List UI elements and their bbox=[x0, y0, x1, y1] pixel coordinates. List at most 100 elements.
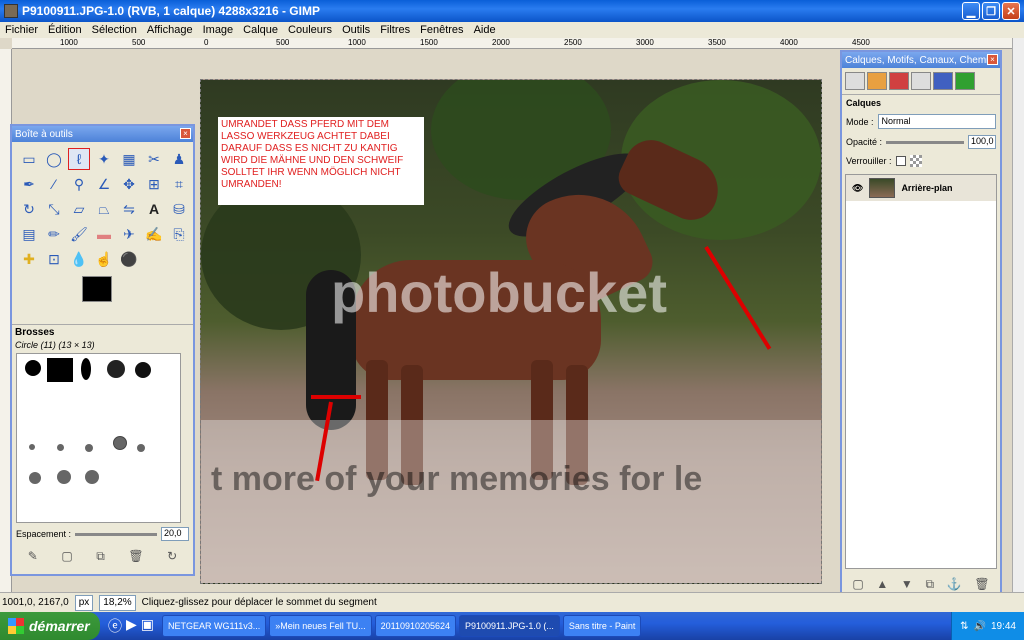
delete-brush-icon[interactable]: 🗑 bbox=[128, 549, 143, 564]
horizontal-ruler[interactable]: 1000 500 0 500 1000 1500 2000 2500 3000 … bbox=[12, 38, 1012, 49]
brush-swatch[interactable] bbox=[85, 444, 93, 452]
volume-icon[interactable]: 🔊 bbox=[974, 621, 986, 632]
rect-select-icon[interactable]: ▭ bbox=[18, 148, 40, 170]
opacity-slider[interactable] bbox=[886, 140, 964, 144]
close-button[interactable]: ✕ bbox=[1002, 2, 1020, 20]
eraser-icon[interactable]: ▬ bbox=[93, 223, 115, 245]
smudge-icon[interactable]: ☝ bbox=[93, 248, 115, 270]
foreground-color[interactable] bbox=[82, 276, 112, 302]
tab-colormap-icon[interactable] bbox=[933, 72, 953, 90]
raise-layer-icon[interactable]: ▲ bbox=[876, 577, 888, 592]
shear-icon[interactable]: ▱ bbox=[68, 198, 90, 220]
menu-couleurs[interactable]: Couleurs bbox=[283, 24, 337, 36]
lasso-select-icon[interactable]: ℓ bbox=[68, 148, 90, 170]
flip-icon[interactable]: ⇋ bbox=[118, 198, 140, 220]
brush-swatch[interactable] bbox=[29, 444, 35, 450]
rotate-icon[interactable]: ↻ bbox=[18, 198, 40, 220]
text-icon[interactable]: A bbox=[143, 198, 165, 220]
fuzzy-select-icon[interactable]: ✦ bbox=[93, 148, 115, 170]
zoom-icon[interactable]: ⚲ bbox=[68, 173, 90, 195]
duplicate-layer-icon[interactable]: ⧉ bbox=[925, 577, 934, 592]
refresh-brushes-icon[interactable]: ↻ bbox=[167, 549, 177, 564]
task-paint[interactable]: Sans titre - Paint bbox=[562, 615, 642, 637]
selected-brush[interactable] bbox=[113, 436, 127, 450]
network-icon[interactable]: ⇅ bbox=[960, 621, 968, 632]
menu-edition[interactable]: Édition bbox=[43, 24, 87, 36]
ellipse-select-icon[interactable]: ◯ bbox=[43, 148, 65, 170]
gradient-icon[interactable]: ▤ bbox=[18, 223, 40, 245]
opacity-value[interactable]: 100,0 bbox=[968, 135, 996, 149]
layers-dock-close-icon[interactable]: × bbox=[987, 54, 998, 65]
brush-swatch[interactable] bbox=[85, 470, 99, 484]
lock-alpha-icon[interactable] bbox=[909, 155, 922, 167]
tab-histogram-icon[interactable] bbox=[955, 72, 975, 90]
airbrush-icon[interactable]: ✈ bbox=[118, 223, 140, 245]
brush-swatch[interactable] bbox=[47, 358, 73, 382]
internet-explorer-icon[interactable]: ⓔ bbox=[108, 616, 122, 636]
anchor-layer-icon[interactable]: ⚓ bbox=[947, 577, 962, 592]
color-picker-icon[interactable]: ⁄ bbox=[43, 173, 65, 195]
menu-fenetres[interactable]: Fenêtres bbox=[415, 24, 468, 36]
lower-layer-icon[interactable]: ▼ bbox=[901, 577, 913, 592]
color-select-icon[interactable]: ▦ bbox=[118, 148, 140, 170]
perspective-clone-icon[interactable]: ⊡ bbox=[43, 248, 65, 270]
bucket-fill-icon[interactable]: ⛁ bbox=[168, 198, 190, 220]
dodge-burn-icon[interactable]: ⚫ bbox=[118, 248, 140, 270]
canvas-vertical-scrollbar[interactable] bbox=[1012, 38, 1024, 592]
menu-image[interactable]: Image bbox=[198, 24, 239, 36]
menu-aide[interactable]: Aide bbox=[469, 24, 501, 36]
task-browser[interactable]: »Mein neues Fell TU... bbox=[269, 615, 372, 637]
brush-swatch[interactable] bbox=[57, 470, 71, 484]
measure-icon[interactable]: ∠ bbox=[93, 173, 115, 195]
lock-pixels-checkbox[interactable] bbox=[895, 156, 906, 166]
align-icon[interactable]: ⊞ bbox=[143, 173, 165, 195]
menu-outils[interactable]: Outils bbox=[337, 24, 375, 36]
new-brush-icon[interactable]: ▢ bbox=[61, 549, 72, 564]
duplicate-brush-icon[interactable]: ⧉ bbox=[96, 549, 105, 564]
perspective-icon[interactable]: ⏢ bbox=[93, 198, 115, 220]
foreground-select-icon[interactable]: ♟ bbox=[168, 148, 190, 170]
tab-layers-icon[interactable] bbox=[845, 72, 865, 90]
menu-filtres[interactable]: Filtres bbox=[375, 24, 415, 36]
spacing-slider[interactable] bbox=[75, 532, 157, 536]
toolbox-close-icon[interactable]: × bbox=[180, 128, 191, 139]
paths-icon[interactable]: ✒ bbox=[18, 173, 40, 195]
task-netgear[interactable]: NETGEAR WG111v3... bbox=[162, 615, 267, 637]
menu-selection[interactable]: Sélection bbox=[87, 24, 142, 36]
menu-fichier[interactable]: Fichier bbox=[0, 24, 43, 36]
layer-row[interactable]: 👁 Arrière-plan bbox=[846, 175, 996, 201]
crop-icon[interactable]: ⌗ bbox=[168, 173, 190, 195]
blur-icon[interactable]: 💧 bbox=[68, 248, 90, 270]
brush-swatch[interactable] bbox=[137, 444, 145, 452]
brush-swatch[interactable] bbox=[29, 472, 41, 484]
ink-icon[interactable]: ✍ bbox=[143, 223, 165, 245]
tab-paths-icon[interactable] bbox=[911, 72, 931, 90]
pencil-icon[interactable]: ✏ bbox=[43, 223, 65, 245]
eye-icon[interactable]: 👁 bbox=[852, 183, 863, 194]
start-button[interactable]: démarrer bbox=[0, 612, 100, 640]
paintbrush-icon[interactable]: 🖌 bbox=[68, 223, 90, 245]
maximize-button[interactable]: ❐ bbox=[982, 2, 1000, 20]
tab-patterns-icon[interactable] bbox=[867, 72, 887, 90]
heal-icon[interactable]: ✚ bbox=[18, 248, 40, 270]
menu-calque[interactable]: Calque bbox=[238, 24, 283, 36]
brush-swatch[interactable] bbox=[107, 360, 125, 378]
scale-icon[interactable]: ⤡ bbox=[43, 198, 65, 220]
clone-icon[interactable]: ⎘ bbox=[168, 223, 190, 245]
menu-affichage[interactable]: Affichage bbox=[142, 24, 198, 36]
minimize-button[interactable]: ▁ bbox=[962, 2, 980, 20]
scissors-icon[interactable]: ✂ bbox=[143, 148, 165, 170]
unit-select[interactable]: px bbox=[74, 594, 94, 611]
brush-swatch[interactable] bbox=[135, 362, 151, 378]
delete-layer-icon[interactable]: 🗑 bbox=[974, 577, 989, 592]
task-gimp[interactable]: P9100911.JPG-1.0 (... bbox=[459, 615, 560, 637]
brush-swatch[interactable] bbox=[25, 360, 41, 376]
tab-channels-icon[interactable] bbox=[889, 72, 909, 90]
brush-swatch[interactable] bbox=[57, 444, 64, 451]
toolbox-titlebar[interactable]: Boîte à outils × bbox=[12, 126, 193, 142]
zoom-select[interactable]: 18,2% bbox=[99, 594, 136, 611]
spacing-value[interactable]: 20,0 bbox=[161, 527, 189, 541]
move-icon[interactable]: ✥ bbox=[118, 173, 140, 195]
show-desktop-icon[interactable]: ▣ bbox=[141, 616, 154, 636]
brush-swatch[interactable] bbox=[81, 358, 91, 380]
